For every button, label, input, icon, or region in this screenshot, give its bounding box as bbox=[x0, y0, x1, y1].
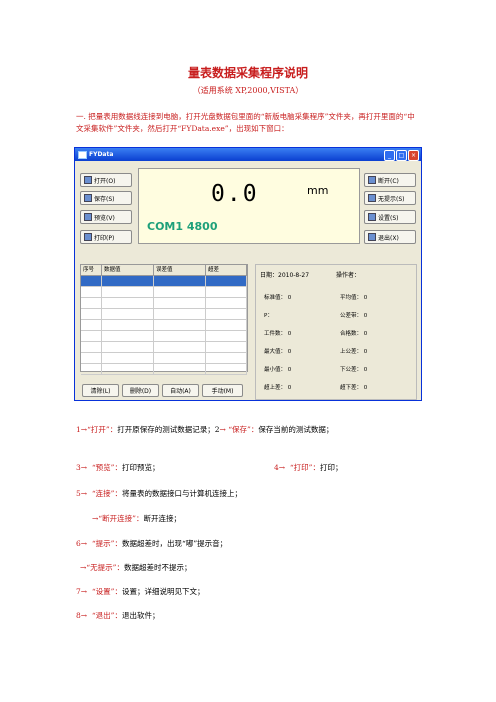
port-status: COM1 4800 bbox=[147, 220, 218, 233]
settings-icon bbox=[368, 213, 376, 221]
item-label: “打开”： bbox=[87, 425, 118, 434]
exit-icon bbox=[368, 233, 376, 241]
item-label: “提示”： bbox=[91, 539, 123, 548]
window-title: FYData bbox=[89, 151, 114, 158]
window-titlebar: FYData bbox=[75, 148, 421, 161]
measurement-display: 0.0 mm COM1 4800 bbox=[138, 168, 360, 244]
maximize-button[interactable]: □ bbox=[396, 150, 407, 161]
stat-tolerance-band: 公差带： 0 bbox=[340, 313, 368, 319]
clear-button[interactable]: 清除(L) bbox=[82, 384, 119, 397]
preview-icon bbox=[84, 213, 92, 221]
reading-value: 0.0 bbox=[211, 181, 259, 207]
stat-standard: 标准值： 0 bbox=[264, 295, 292, 301]
auto-button[interactable]: 自动(A) bbox=[162, 384, 199, 397]
table-row[interactable] bbox=[81, 298, 247, 309]
col-value: 数据值 bbox=[102, 265, 154, 275]
item-6: 6→ “提示”：数据超差时，出现“嘟”提示音； bbox=[76, 539, 228, 548]
item-label: “设置”： bbox=[91, 587, 123, 596]
preview-button[interactable]: 预览(V) bbox=[80, 210, 132, 224]
item-desc: 数据超差时，出现“嘟”提示音； bbox=[122, 539, 228, 548]
item-label: “退出”： bbox=[91, 611, 123, 620]
stat-p: P： bbox=[264, 313, 273, 319]
item-3: 3→ “预览”：打印预览； bbox=[76, 463, 160, 472]
disconnect-button[interactable]: 断开(C) bbox=[364, 173, 416, 187]
reading-unit: mm bbox=[307, 184, 329, 197]
print-icon bbox=[84, 233, 92, 241]
item-desc: 打开原保存的测试数据记录；2 bbox=[117, 425, 220, 434]
operator-label: 操作者： bbox=[336, 272, 361, 279]
stat-over-upper: 超上差： 0 bbox=[264, 385, 292, 391]
item-label: “预览”： bbox=[91, 463, 123, 472]
settings-button[interactable]: 设置(S) bbox=[364, 210, 416, 224]
item-desc: 将量表的数据接口与计算机连接上； bbox=[122, 489, 243, 498]
item-desc: 数据超差时不提示； bbox=[123, 563, 192, 572]
col-error: 误差值 bbox=[154, 265, 206, 275]
save-button[interactable]: 保存(S) bbox=[80, 191, 132, 205]
table-row[interactable] bbox=[81, 276, 247, 287]
item-label: “连接”： bbox=[91, 489, 123, 498]
close-button[interactable]: × bbox=[408, 150, 419, 161]
stat-over-lower: 超下差： 0 bbox=[340, 385, 368, 391]
item-5: 5→ “连接”：将量表的数据接口与计算机连接上； bbox=[76, 489, 243, 498]
item-desc: 设置；详细说明见下文； bbox=[122, 587, 205, 596]
item-7: 7→ “设置”：设置；详细说明见下文； bbox=[76, 587, 205, 596]
table-header: 序号 数据值 误差值 超差 bbox=[81, 265, 247, 276]
item-label: “无提示”： bbox=[86, 563, 124, 572]
table-row[interactable] bbox=[81, 364, 247, 375]
print-button[interactable]: 打印(P) bbox=[80, 230, 132, 244]
stat-min: 最小值： 0 bbox=[264, 367, 292, 373]
stat-workpieces: 工件数： 0 bbox=[264, 331, 292, 337]
item-label: “打印”： bbox=[289, 463, 321, 472]
document-title: 量表数据采集程序说明 bbox=[187, 66, 308, 80]
item-4: 4→ “打印”：打印； bbox=[274, 463, 343, 472]
data-table[interactable]: 序号 数据值 误差值 超差 bbox=[80, 264, 248, 375]
open-button[interactable]: 打开(O) bbox=[80, 173, 132, 187]
item-5b: →“断开连接”：断开连接； bbox=[92, 514, 181, 523]
item-desc: 打印； bbox=[320, 463, 343, 472]
delete-button[interactable]: 删除(D) bbox=[122, 384, 159, 397]
item-desc: 退出软件； bbox=[122, 611, 160, 620]
alert-icon bbox=[368, 194, 376, 202]
table-row[interactable] bbox=[81, 309, 247, 320]
statistics-panel: 日期：2010-8-27 操作者： 标准值： 0 平均值： 0 P： 公差带： … bbox=[255, 264, 417, 400]
app-icon bbox=[78, 150, 87, 159]
stat-upper-tolerance: 上公差： 0 bbox=[340, 349, 368, 355]
table-row[interactable] bbox=[81, 342, 247, 353]
item-8: 8→ “退出”：退出软件； bbox=[76, 611, 160, 620]
manual-button[interactable]: 手动(M) bbox=[202, 384, 243, 397]
table-row[interactable] bbox=[81, 320, 247, 331]
item-desc: 保存当前的测试数据； bbox=[258, 425, 334, 434]
item-desc: 打印预览； bbox=[122, 463, 160, 472]
no-alert-button[interactable]: 无提示(S) bbox=[364, 191, 416, 205]
stat-lower-tolerance: 下公差： 0 bbox=[340, 367, 368, 373]
item-desc: 断开连接； bbox=[143, 514, 181, 523]
stat-max: 最大值： 0 bbox=[264, 349, 292, 355]
save-icon bbox=[84, 194, 92, 202]
item-label: “保存”： bbox=[225, 425, 259, 434]
stat-average: 平均值： 0 bbox=[340, 295, 368, 301]
item-1-2: 1→“打开”：打开原保存的测试数据记录；2→ “保存”：保存当前的测试数据； bbox=[76, 425, 334, 434]
exit-button[interactable]: 退出(X) bbox=[364, 230, 416, 244]
document-subtitle: （适用系统 XP,2000,VISTA） bbox=[192, 86, 304, 95]
col-index: 序号 bbox=[81, 265, 102, 275]
item-label: “断开连接”： bbox=[98, 514, 144, 523]
minimize-button[interactable]: _ bbox=[384, 150, 395, 161]
table-row[interactable] bbox=[81, 353, 247, 364]
stat-qualified: 合格数： 0 bbox=[340, 331, 368, 337]
disconnect-icon bbox=[368, 176, 376, 184]
fydata-window-screenshot: FYData _ □ × 打开(O) 保存(S) 预览(V) 打印(P) 0.0… bbox=[74, 147, 422, 401]
table-row[interactable] bbox=[81, 331, 247, 342]
table-row[interactable] bbox=[81, 287, 247, 298]
intro-paragraph: 一. 把量表用数据线连接到电脑，打开光盘数据包里面的“新版电脑采集程序”文件夹，… bbox=[76, 112, 415, 133]
open-icon bbox=[84, 176, 92, 184]
col-out-of-tolerance: 超差 bbox=[206, 265, 247, 275]
item-6b: →“无提示”：数据超差时不提示； bbox=[80, 563, 192, 572]
date-label: 日期：2010-8-27 bbox=[260, 272, 310, 279]
